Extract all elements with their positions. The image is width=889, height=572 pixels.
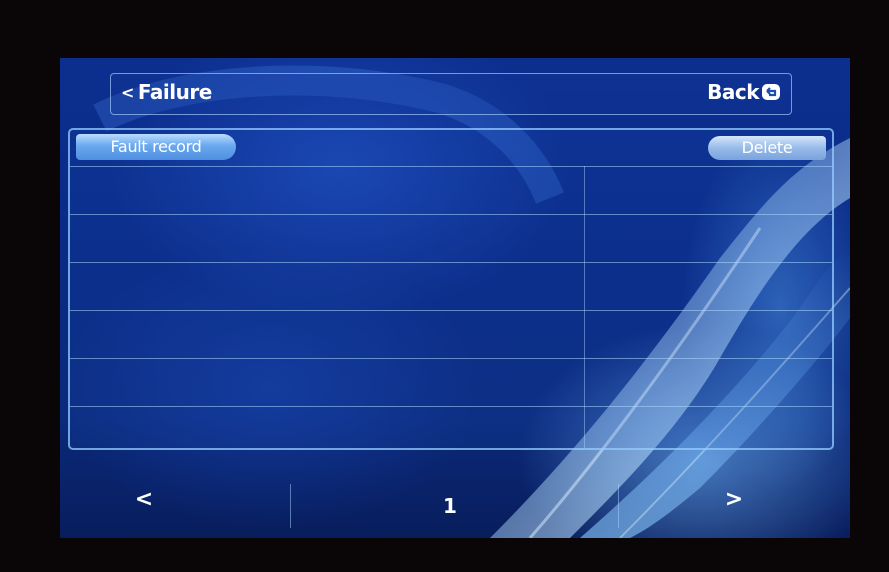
table-divider — [70, 310, 832, 311]
tab-fault-record[interactable]: Fault record — [76, 134, 236, 160]
delete-button[interactable]: Delete — [708, 136, 826, 160]
back-button-label: Back — [707, 80, 759, 104]
touch-screen: < Failure Back Fault record Delete < 1 > — [60, 58, 850, 538]
chevron-left-icon: < — [121, 82, 134, 102]
back-return-icon — [762, 84, 780, 100]
back-button[interactable]: Back — [707, 80, 781, 104]
pagination-bar: < 1 > — [60, 478, 850, 528]
page-title: < Failure — [121, 80, 212, 104]
fault-record-panel: Fault record Delete — [68, 128, 834, 450]
page-number: 1 — [443, 494, 457, 518]
previous-page-button[interactable]: < — [114, 484, 174, 516]
header-bar: < Failure Back — [110, 73, 792, 115]
next-page-button[interactable]: > — [704, 484, 764, 516]
table-divider — [70, 214, 832, 215]
pagination-divider — [618, 484, 619, 528]
table-column-divider — [584, 166, 585, 448]
table-divider — [70, 406, 832, 407]
fault-record-table — [70, 166, 832, 448]
table-divider — [70, 358, 832, 359]
device-bezel: < Failure Back Fault record Delete < 1 > — [0, 0, 889, 572]
pagination-divider — [290, 484, 291, 528]
page-title-text: Failure — [137, 80, 212, 104]
table-divider — [70, 166, 832, 167]
table-divider — [70, 262, 832, 263]
